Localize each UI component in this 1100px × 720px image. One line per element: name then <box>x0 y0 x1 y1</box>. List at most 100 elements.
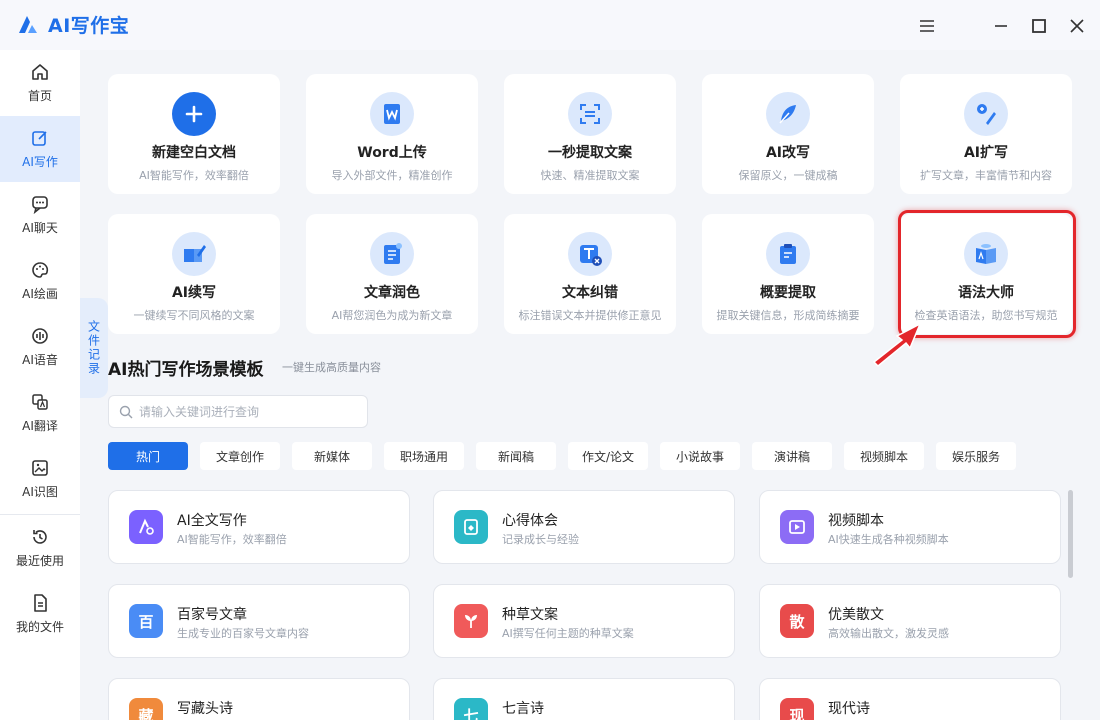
tab-video-script[interactable]: 视频脚本 <box>844 442 924 470</box>
template-title: 视频脚本 <box>828 513 884 529</box>
file-record-label: 文件记录 <box>86 320 101 376</box>
tool-desc: 一键续写不同风格的文案 <box>133 309 255 322</box>
file-record-tab[interactable]: 文件记录 <box>80 298 108 398</box>
search-icon <box>119 405 133 418</box>
sidebar-item-label: AI识图 <box>22 485 58 499</box>
content-scrollbar[interactable] <box>1068 490 1073 578</box>
template-desc: 高效输出散文，激发灵感 <box>828 627 949 640</box>
tab-speech[interactable]: 演讲稿 <box>752 442 832 470</box>
tool-desc: 扩写文章，丰富情节和内容 <box>920 169 1052 182</box>
sidebar-item-my-files[interactable]: 我的文件 <box>0 581 80 647</box>
tool-title: 一秒提取文案 <box>548 145 632 161</box>
template-title: 写藏头诗 <box>177 701 233 717</box>
text-correct-icon <box>568 232 612 276</box>
grammar-book-icon <box>964 232 1008 276</box>
tab-essay[interactable]: 作文/论文 <box>568 442 648 470</box>
tab-workplace[interactable]: 职场通用 <box>384 442 464 470</box>
template-card-reflection[interactable]: 心得体会 记录成长与经验 <box>433 490 735 564</box>
template-card-modern-poem[interactable]: 现 现代诗 <box>759 678 1061 720</box>
sidebar-item-ai-chat[interactable]: AI聊天 <box>0 182 80 248</box>
baijia-icon: 百 <box>129 604 163 638</box>
tool-card-word-upload[interactable]: Word上传 导入外部文件，精准创作 <box>306 74 478 194</box>
sidebar-item-recent[interactable]: 最近使用 <box>0 515 80 581</box>
tool-title: 语法大师 <box>958 285 1014 301</box>
tab-entertainment[interactable]: 娱乐服务 <box>936 442 1016 470</box>
tool-title: AI续写 <box>171 285 217 301</box>
template-card-baijiahao[interactable]: 百 百家号文章 生成专业的百家号文章内容 <box>108 584 410 658</box>
tool-card-polish[interactable]: 文章润色 AI帮您润色为成为新文章 <box>306 214 478 334</box>
file-icon <box>34 594 47 612</box>
tool-title: 新建空白文档 <box>152 145 236 161</box>
tool-card-new-document[interactable]: 新建空白文档 AI智能写作，效率翻倍 <box>108 74 280 194</box>
template-desc: AI撰写任何主题的种草文案 <box>502 627 634 640</box>
template-card-video-script[interactable]: 视频脚本 AI快速生成各种视频脚本 <box>759 490 1061 564</box>
history-icon <box>33 530 47 544</box>
sidebar: 首页 AI写作 AI聊天 AI绘画 AI语音 AI翻译 AI识图 最近使用 我的… <box>0 50 80 720</box>
seven-char-icon: 七 <box>454 698 488 720</box>
tool-card-text-correct[interactable]: 文本纠错 标注错误文本并提供修正意见 <box>504 214 676 334</box>
tool-card-summary[interactable]: 概要提取 提取关键信息，形成简练摘要 <box>702 214 874 334</box>
template-title: 百家号文章 <box>177 607 247 623</box>
portrait-icon <box>454 510 488 544</box>
tool-card-extract-text[interactable]: 一秒提取文案 快速、精准提取文案 <box>504 74 676 194</box>
section-subtitle: 一键生成高质量内容 <box>282 361 381 374</box>
tool-desc: 检查英语语法，助您书写规范 <box>914 309 1058 322</box>
search-input[interactable] <box>139 404 359 419</box>
sidebar-item-label: 最近使用 <box>15 554 64 568</box>
minimize-button[interactable] <box>988 13 1014 39</box>
tool-card-grammar-master[interactable]: 语法大师 检查英语语法，助您书写规范 <box>900 214 1072 334</box>
template-title: AI全文写作 <box>177 513 247 529</box>
video-icon <box>780 510 814 544</box>
sidebar-item-label: 首页 <box>27 89 52 103</box>
tool-card-ai-continue[interactable]: AI续写 一键续写不同风格的文案 <box>108 214 280 334</box>
tool-title: 文本纠错 <box>562 285 618 301</box>
chat-icon <box>32 196 48 214</box>
prose-icon: 散 <box>780 604 814 638</box>
menu-icon <box>920 20 934 32</box>
sidebar-item-ai-image-recognition[interactable]: AI识图 <box>0 446 80 512</box>
template-card-acrostic[interactable]: 藏 写藏头诗 <box>108 678 410 720</box>
logo-icon <box>19 15 37 33</box>
template-card-ai-full-writing[interactable]: AI全文写作 AI智能写作，效率翻倍 <box>108 490 410 564</box>
voice-icon <box>32 328 48 344</box>
tool-card-ai-rewrite[interactable]: AI改写 保留原义，一键成稿 <box>702 74 874 194</box>
tool-desc: AI帮您润色为成为新文章 <box>331 309 453 322</box>
edit-icon <box>32 131 47 146</box>
sprout-icon <box>454 604 488 638</box>
sidebar-item-label: 我的文件 <box>15 620 64 634</box>
tab-press[interactable]: 新闻稿 <box>476 442 556 470</box>
word-icon <box>370 92 414 136</box>
polish-icon <box>370 232 414 276</box>
plus-icon <box>172 92 216 136</box>
clipboard-icon <box>766 232 810 276</box>
ai-writing-icon <box>129 510 163 544</box>
template-card-product-recommend[interactable]: 种草文案 AI撰写任何主题的种草文案 <box>433 584 735 658</box>
sidebar-item-ai-painting[interactable]: AI绘画 <box>0 248 80 314</box>
maximize-button[interactable] <box>1026 13 1052 39</box>
app-logo: AI写作宝 <box>16 11 129 38</box>
section-title: AI热门写作场景模板 <box>108 360 264 380</box>
template-card-prose[interactable]: 散 优美散文 高效输出散文，激发灵感 <box>759 584 1061 658</box>
template-card-seven-char-poem[interactable]: 七 七言诗 <box>433 678 735 720</box>
menu-button[interactable] <box>914 13 940 39</box>
template-title: 现代诗 <box>828 701 870 717</box>
sidebar-item-label: AI聊天 <box>22 221 58 235</box>
tab-novel[interactable]: 小说故事 <box>660 442 740 470</box>
tool-desc: 标注错误文本并提供修正意见 <box>518 309 662 322</box>
close-button[interactable] <box>1064 13 1090 39</box>
template-desc: 生成专业的百家号文章内容 <box>177 627 309 640</box>
sidebar-item-ai-writing[interactable]: AI写作 <box>0 116 80 182</box>
tool-title: 文章润色 <box>364 285 420 301</box>
tool-card-ai-expand[interactable]: AI扩写 扩写文章，丰富情节和内容 <box>900 74 1072 194</box>
tab-hot[interactable]: 热门 <box>108 442 188 470</box>
template-title: 心得体会 <box>502 513 558 529</box>
template-desc: AI快速生成各种视频脚本 <box>828 533 949 546</box>
translate-icon <box>32 394 48 410</box>
app-title: AI写作宝 <box>48 15 130 37</box>
sidebar-item-ai-voice[interactable]: AI语音 <box>0 314 80 380</box>
acrostic-icon: 藏 <box>129 698 163 720</box>
tab-new-media[interactable]: 新媒体 <box>292 442 372 470</box>
sidebar-item-ai-translate[interactable]: AI翻译 <box>0 380 80 446</box>
tab-article[interactable]: 文章创作 <box>200 442 280 470</box>
sidebar-item-home[interactable]: 首页 <box>0 50 80 116</box>
